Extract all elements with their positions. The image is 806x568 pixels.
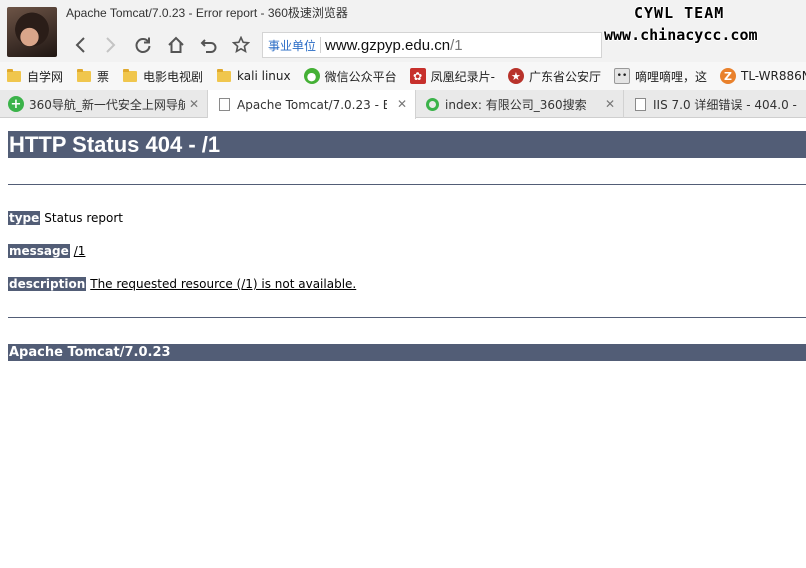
message-value: /1 bbox=[73, 244, 86, 258]
user-avatar[interactable] bbox=[7, 7, 57, 57]
bookmark-label: 票 bbox=[97, 69, 110, 84]
site-category-tag[interactable]: 事业单位 bbox=[263, 37, 320, 54]
address-path: /1 bbox=[450, 36, 463, 54]
server-footer: Apache Tomcat/7.0.23 bbox=[9, 345, 171, 360]
bookmark-label: 广东省公安厅 bbox=[528, 69, 601, 84]
bookmark-police[interactable]: ★ 广东省公安厅 bbox=[507, 68, 601, 85]
field-type: type Status report bbox=[8, 210, 123, 226]
favorite-button[interactable] bbox=[230, 34, 252, 56]
back-button[interactable] bbox=[70, 34, 92, 56]
bookmark-label: TL-WR886N bbox=[741, 69, 806, 83]
forward-button[interactable] bbox=[99, 34, 121, 56]
type-label: type bbox=[8, 211, 41, 225]
folder-icon bbox=[76, 68, 92, 84]
window-title: Apache Tomcat/7.0.23 - Error report - 36… bbox=[66, 6, 348, 20]
type-value: Status report bbox=[44, 211, 123, 225]
wechat-icon: ● bbox=[303, 68, 320, 84]
page-content: HTTP Status 404 - /1 type Status report m… bbox=[0, 119, 806, 568]
bookmark-piao[interactable]: 票 bbox=[76, 68, 109, 85]
bookmark-kali[interactable]: kali linux bbox=[216, 68, 291, 84]
chevron-left-icon bbox=[75, 37, 85, 53]
watermark-site: www.chinacycc.com bbox=[604, 26, 758, 44]
home-icon bbox=[168, 36, 184, 53]
close-icon[interactable]: ✕ bbox=[605, 97, 615, 111]
chevron-right-icon bbox=[106, 37, 116, 53]
bookmark-movies[interactable]: 电影电视剧 bbox=[122, 68, 203, 85]
router-icon: Z bbox=[720, 68, 736, 84]
star-icon bbox=[232, 36, 250, 53]
address-url[interactable]: www.gzpyp.edu.cn/1 bbox=[325, 37, 463, 54]
description-label: description bbox=[8, 277, 87, 291]
bookmark-bilibili[interactable]: •• 嘀哩嘀哩，这 bbox=[613, 68, 707, 85]
bookmark-label: 电影电视剧 bbox=[143, 69, 204, 84]
bookmark-wechat[interactable]: ● 微信公众平台 bbox=[303, 68, 397, 85]
folder-icon bbox=[6, 68, 22, 84]
watermark-team: CYWL TEAM bbox=[634, 4, 725, 22]
360-icon: + bbox=[8, 96, 24, 112]
tab-label: IIS 7.0 详细错误 - 404.0 - Not Found bbox=[653, 97, 798, 112]
folder-icon bbox=[122, 68, 138, 84]
divider-top bbox=[8, 184, 806, 185]
bookmark-router[interactable]: Z TL-WR886N bbox=[720, 68, 806, 84]
reload-icon bbox=[135, 37, 151, 53]
address-bar[interactable]: 事业单位 www.gzpyp.edu.cn/1 bbox=[262, 32, 602, 58]
browser-titlebar: Apache Tomcat/7.0.23 - Error report - 36… bbox=[0, 0, 806, 62]
tab-iis-error[interactable]: IIS 7.0 详细错误 - 404.0 - Not Found bbox=[624, 90, 806, 118]
address-host: www.gzpyp.edu.cn bbox=[325, 36, 451, 54]
error-heading-bar: HTTP Status 404 - /1 bbox=[8, 131, 806, 158]
field-message: message/1 bbox=[8, 243, 85, 259]
bilibili-icon: •• bbox=[613, 68, 630, 84]
phoenix-icon: ✿ bbox=[409, 68, 426, 84]
error-heading: HTTP Status 404 - /1 bbox=[9, 132, 221, 157]
field-description: description The requested resource (/1) i… bbox=[8, 276, 356, 292]
bookmark-zixuewang[interactable]: 自学网 bbox=[6, 68, 63, 85]
tab-strip: + 360导航_新一代安全上网导航 ✕ Apache Tomcat/7.0.23… bbox=[0, 90, 806, 119]
close-icon[interactable]: ✕ bbox=[189, 97, 199, 111]
bookmark-phoenix[interactable]: ✿ 凤凰纪录片- bbox=[409, 68, 495, 85]
reload-button[interactable] bbox=[132, 34, 154, 56]
document-icon bbox=[216, 97, 232, 113]
bookmark-label: kali linux bbox=[237, 69, 291, 83]
bookmarks-bar: 自学网 票 电影电视剧 kali linux ● 微信公众平台 ✿ 凤凰纪录片-… bbox=[0, 62, 806, 90]
home-button[interactable] bbox=[165, 34, 187, 56]
document-icon bbox=[632, 96, 648, 112]
folder-icon bbox=[216, 68, 232, 84]
undo-close-tab-button[interactable] bbox=[198, 34, 220, 56]
360-search-icon bbox=[424, 96, 440, 112]
bookmark-label: 微信公众平台 bbox=[324, 69, 397, 84]
tab-tomcat-error[interactable]: Apache Tomcat/7.0.23 - Error report ✕ bbox=[208, 90, 416, 119]
tab-label: index: 有限公司_360搜索 bbox=[445, 97, 587, 112]
close-icon[interactable]: ✕ bbox=[397, 97, 407, 111]
message-label: message bbox=[8, 244, 70, 258]
tab-360-nav[interactable]: + 360导航_新一代安全上网导航 ✕ bbox=[0, 90, 208, 118]
police-emblem-icon: ★ bbox=[507, 68, 524, 84]
undo-icon bbox=[200, 39, 217, 53]
server-footer-bar: Apache Tomcat/7.0.23 bbox=[8, 344, 806, 361]
divider-bottom bbox=[8, 317, 806, 318]
tab-360-search[interactable]: index: 有限公司_360搜索 ✕ bbox=[416, 90, 624, 118]
description-value: The requested resource (/1) is not avail… bbox=[90, 277, 357, 291]
tab-label: 360导航_新一代安全上网导航 bbox=[29, 97, 185, 112]
bookmark-label: 自学网 bbox=[27, 69, 64, 84]
address-divider bbox=[320, 37, 322, 53]
bookmark-label: 嘀哩嘀哩，这 bbox=[634, 69, 707, 84]
bookmark-label: 凤凰纪录片- bbox=[430, 69, 495, 84]
tab-label: Apache Tomcat/7.0.23 - Error report bbox=[237, 97, 387, 112]
